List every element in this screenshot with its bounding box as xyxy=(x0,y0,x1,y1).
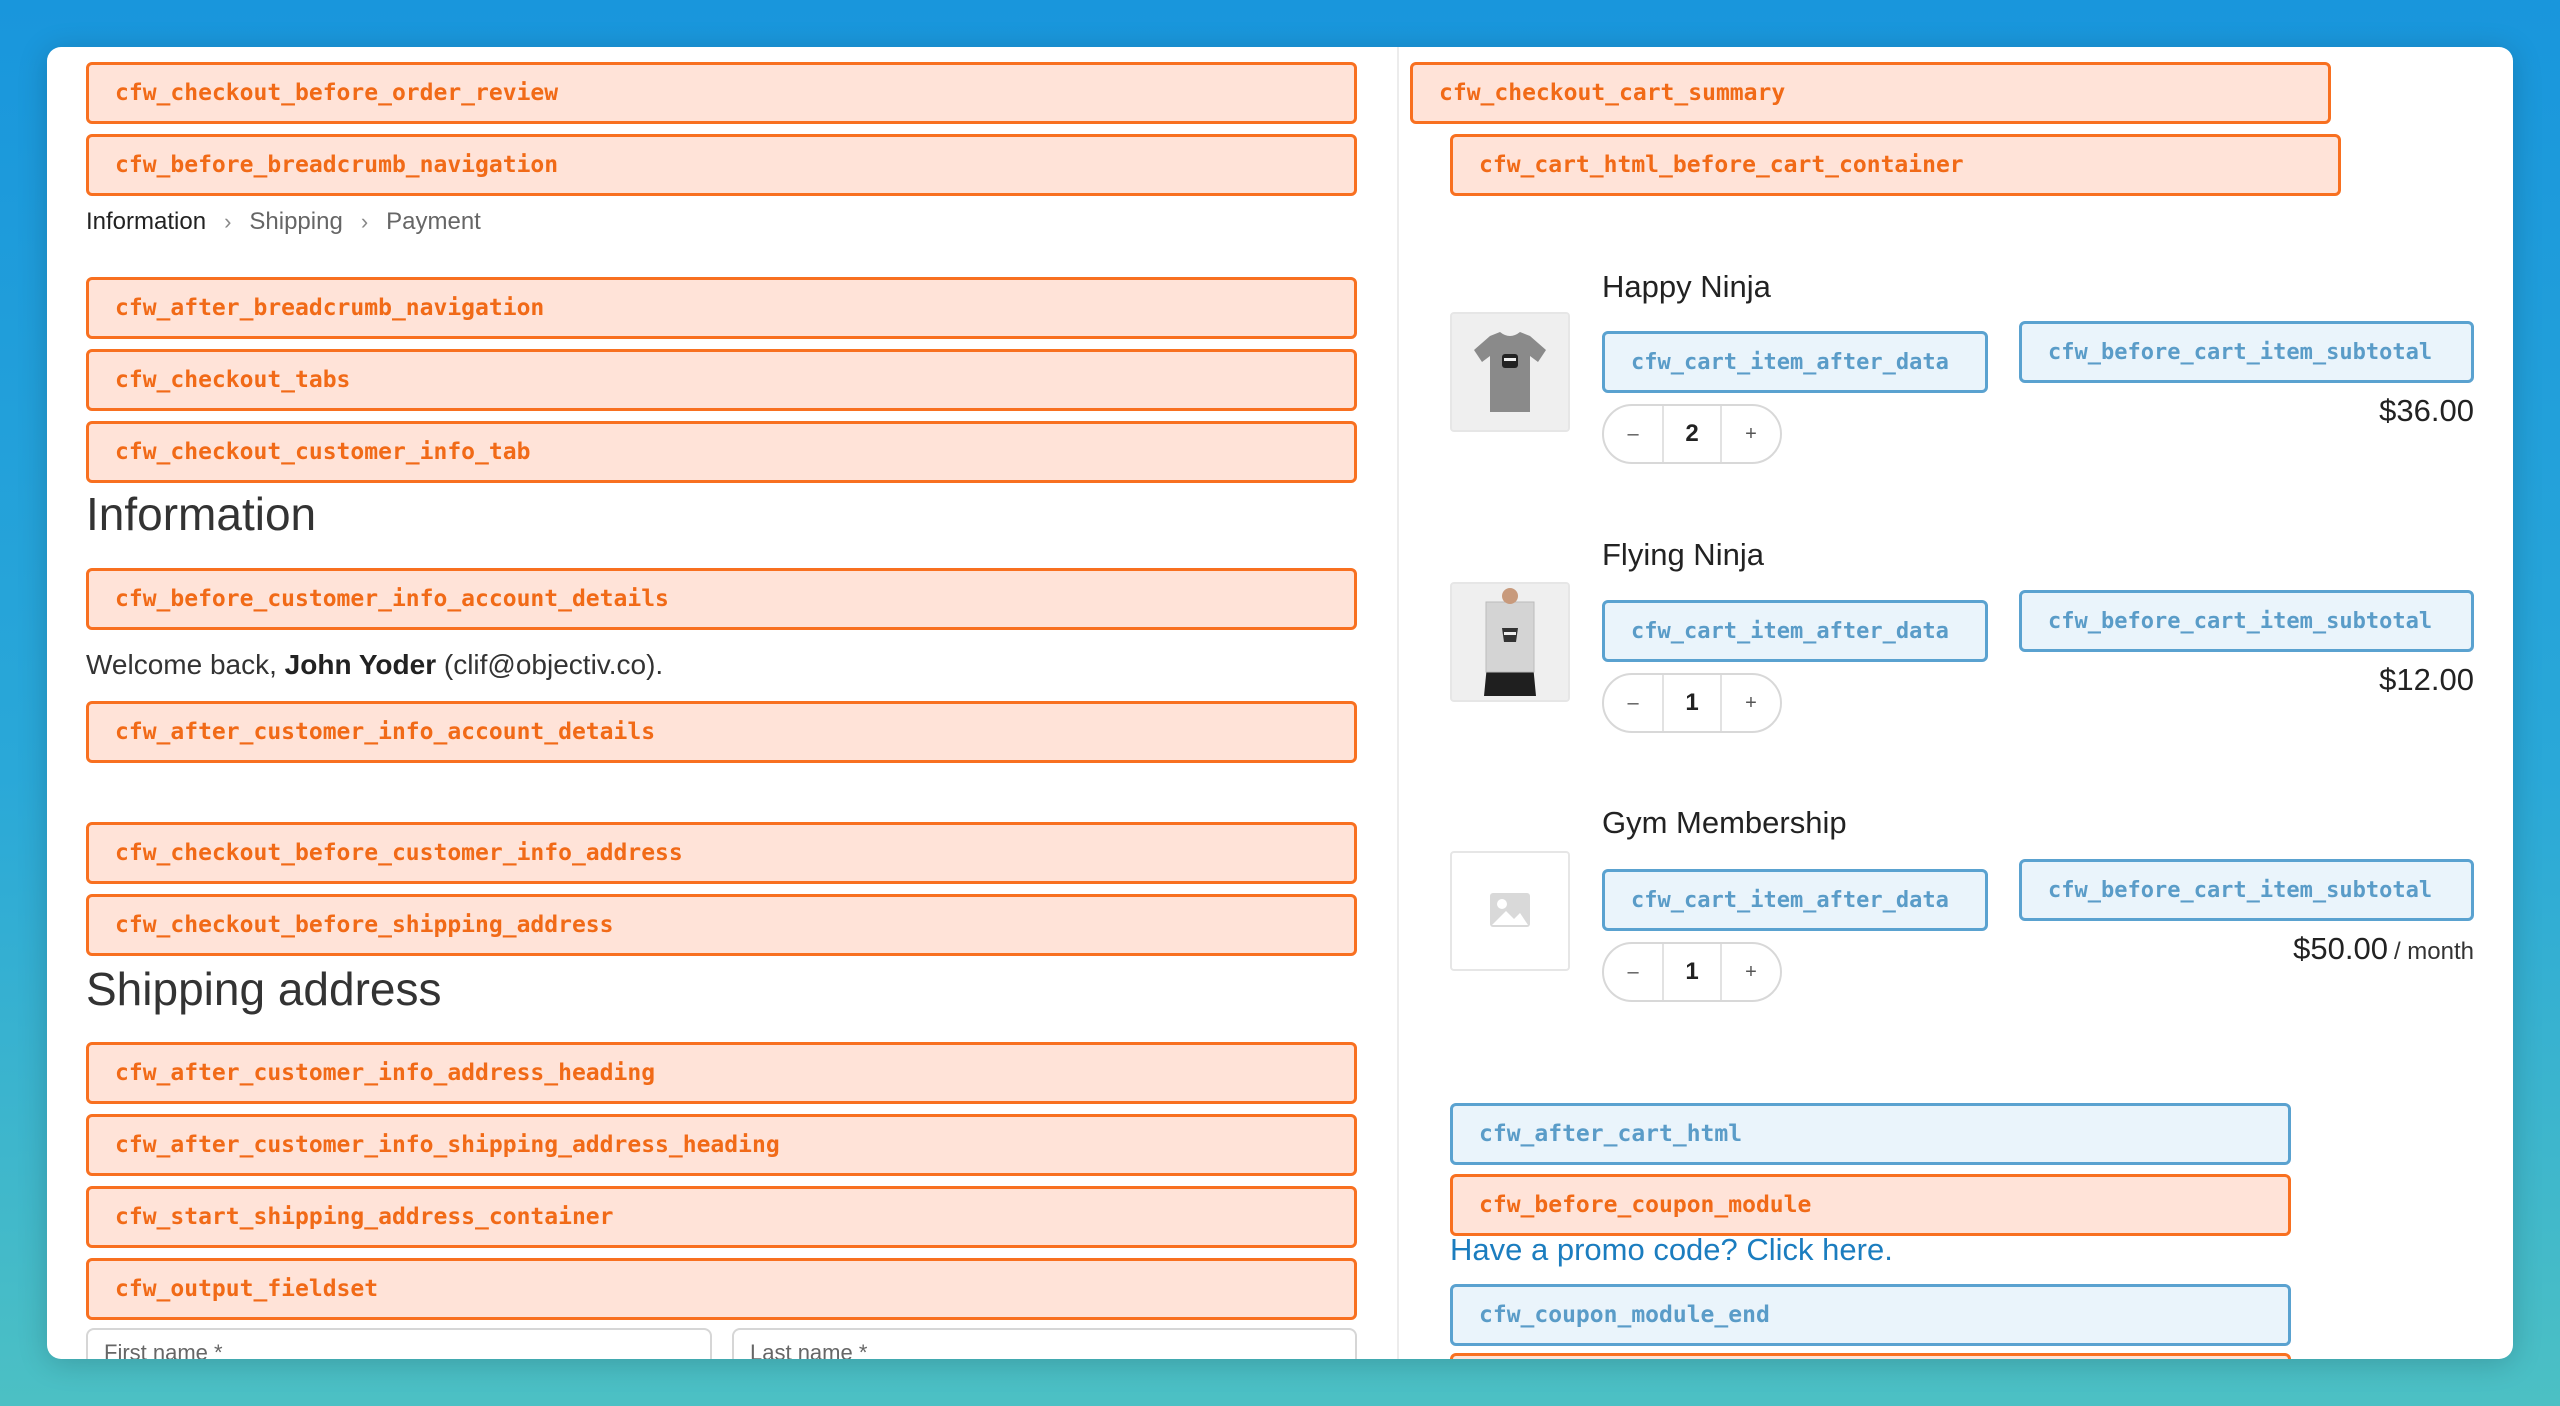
hook-partial-bottom xyxy=(1450,1353,2291,1359)
last-name-label: Last name * xyxy=(750,1340,868,1359)
breadcrumb-payment[interactable]: Payment xyxy=(386,208,481,236)
hook-start-shipping-address-container: cfw_start_shipping_address_container xyxy=(86,1186,1357,1248)
breadcrumb: Information › Shipping › Payment xyxy=(86,202,481,242)
hook-after-breadcrumb-navigation: cfw_after_breadcrumb_navigation xyxy=(86,277,1357,339)
hook-output-fieldset: cfw_output_fieldset xyxy=(86,1258,1357,1320)
hook-checkout-before-shipping-address: cfw_checkout_before_shipping_address xyxy=(86,894,1357,956)
cart-item-price: $12.00 xyxy=(2379,662,2474,698)
information-heading: Information xyxy=(86,488,317,540)
tshirt-icon xyxy=(1450,312,1570,432)
hook-before-customer-info-account-details: cfw_before_customer_info_account_details xyxy=(86,568,1357,630)
hook-before-cart-item-subtotal: cfw_before_cart_item_subtotal xyxy=(2019,321,2474,383)
hook-cart-item-after-data: cfw_cart_item_after_data xyxy=(1602,600,1988,662)
hook-cart-item-after-data: cfw_cart_item_after_data xyxy=(1602,869,1988,931)
first-name-label: First name * xyxy=(104,1340,223,1359)
hook-after-customer-info-shipping-address-heading: cfw_after_customer_info_shipping_address… xyxy=(86,1114,1357,1176)
hook-before-cart-item-subtotal: cfw_before_cart_item_subtotal xyxy=(2019,590,2474,652)
hook-cart-html-before-cart-container: cfw_cart_html_before_cart_container xyxy=(1450,134,2341,196)
column-divider xyxy=(1397,47,1399,1359)
quantity-value[interactable]: 1 xyxy=(1662,944,1722,1000)
hook-before-cart-item-subtotal: cfw_before_cart_item_subtotal xyxy=(2019,859,2474,921)
quantity-stepper[interactable]: – 1 + xyxy=(1602,942,1782,1002)
cart-item-name: Flying Ninja xyxy=(1602,537,1764,572)
hook-before-coupon-module: cfw_before_coupon_module xyxy=(1450,1174,2291,1236)
hook-before-breadcrumb-navigation: cfw_before_breadcrumb_navigation xyxy=(86,134,1357,196)
image-placeholder-icon xyxy=(1450,851,1570,971)
chevron-right-icon: › xyxy=(224,209,232,234)
decrease-quantity-button[interactable]: – xyxy=(1604,406,1662,462)
quantity-value[interactable]: 2 xyxy=(1662,406,1722,462)
billing-period: / month xyxy=(2393,938,2474,965)
cart-item-price: $36.00 xyxy=(2379,393,2474,429)
quantity-value[interactable]: 1 xyxy=(1662,675,1722,731)
decrease-quantity-button[interactable]: – xyxy=(1604,675,1662,731)
hook-checkout-tabs: cfw_checkout_tabs xyxy=(86,349,1357,411)
price-amount: $36.00 xyxy=(2379,393,2474,428)
hook-coupon-module-end: cfw_coupon_module_end xyxy=(1450,1284,2291,1346)
quantity-stepper[interactable]: – 2 + xyxy=(1602,404,1782,464)
price-amount: $12.00 xyxy=(2379,662,2474,697)
shipping-address-heading: Shipping address xyxy=(86,963,442,1015)
promo-code-link[interactable]: Have a promo code? Click here. xyxy=(1450,1232,1893,1268)
last-name-field[interactable]: Last name * xyxy=(732,1328,1357,1359)
cart-item-name: Gym Membership xyxy=(1602,805,1847,840)
increase-quantity-button[interactable]: + xyxy=(1722,944,1780,1000)
welcome-prefix: Welcome back, xyxy=(86,649,285,680)
hook-checkout-customer-info-tab: cfw_checkout_customer_info_tab xyxy=(86,421,1357,483)
increase-quantity-button[interactable]: + xyxy=(1722,675,1780,731)
hook-after-customer-info-address-heading: cfw_after_customer_info_address_heading xyxy=(86,1042,1357,1104)
hook-checkout-before-customer-info-address: cfw_checkout_before_customer_info_addres… xyxy=(86,822,1357,884)
breadcrumb-information[interactable]: Information xyxy=(86,208,206,236)
breadcrumb-shipping[interactable]: Shipping xyxy=(249,208,342,236)
decrease-quantity-button[interactable]: – xyxy=(1604,944,1662,1000)
customer-email: (clif@objectiv.co). xyxy=(436,649,664,680)
customer-name: John Yoder xyxy=(284,649,437,680)
first-name-field[interactable]: First name * xyxy=(86,1328,712,1359)
increase-quantity-button[interactable]: + xyxy=(1722,406,1780,462)
welcome-message: Welcome back, John Yoder (clif@objectiv.… xyxy=(86,649,663,681)
hook-checkout-before-order-review: cfw_checkout_before_order_review xyxy=(86,62,1357,124)
chevron-right-icon: › xyxy=(360,209,369,234)
hook-cart-item-after-data: cfw_cart_item_after_data xyxy=(1602,331,1988,393)
hook-after-customer-info-account-details: cfw_after_customer_info_account_details xyxy=(86,701,1357,763)
hook-after-cart-html: cfw_after_cart_html xyxy=(1450,1103,2291,1165)
hook-checkout-cart-summary: cfw_checkout_cart_summary xyxy=(1410,62,2331,124)
checkout-window: cfw_checkout_before_order_review cfw_bef… xyxy=(47,47,2513,1359)
cart-item-name: Happy Ninja xyxy=(1602,269,1771,304)
poster-icon xyxy=(1450,582,1570,702)
cart-item-price: $50.00/ month xyxy=(2293,931,2474,967)
quantity-stepper[interactable]: – 1 + xyxy=(1602,673,1782,733)
price-amount: $50.00 xyxy=(2293,931,2388,966)
